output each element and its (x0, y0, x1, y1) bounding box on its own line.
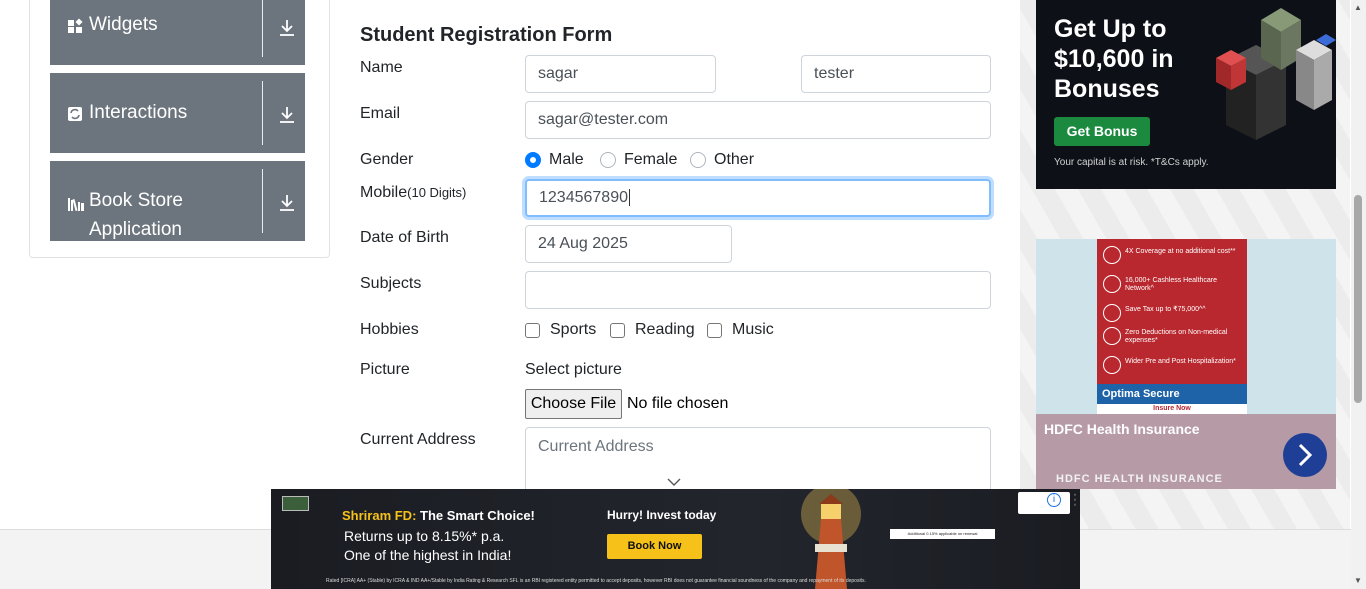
ad-note: Additional 0.15% applicable on renewal (890, 529, 995, 539)
dob-label: Date of Birth (360, 229, 449, 246)
scroll-down-icon[interactable]: ▼ (1354, 576, 1362, 585)
picture-label: Picture (360, 361, 410, 378)
hobbies-label: Hobbies (360, 321, 419, 338)
divider (262, 81, 263, 145)
hobby-checkbox-reading[interactable]: Reading (610, 321, 695, 339)
sidebar-group-label: Widgets (89, 14, 158, 35)
ad-feature: Zero Deductions on Non-medical expenses* (1103, 327, 1243, 345)
subjects-input[interactable] (525, 271, 991, 309)
interactions-icon (67, 106, 83, 122)
ad-footer: Rated [ICRA] AA+ (Stable) by ICRA & IND … (326, 578, 866, 584)
checkbox[interactable] (525, 322, 540, 338)
ad-product: Optima Secure (1097, 384, 1247, 404)
ad-bonus[interactable]: Get Up to $10,600 in Bonuses Get Bonus Y… (1036, 0, 1336, 189)
ad-feature: Save Tax up to ₹75,000^^ (1103, 304, 1243, 322)
radio-label: Female (624, 151, 678, 168)
no-file-text: No file chosen (627, 395, 729, 412)
ad-highest-line: One of the highest in India! (344, 547, 512, 563)
sidebar-group-book-store[interactable]: Book Store Application (50, 161, 305, 241)
gender-radio-other[interactable]: Other (690, 151, 754, 169)
gender-label: Gender (360, 151, 414, 168)
ad-hurry: Hurry! Invest today (607, 508, 717, 522)
more-options-icon[interactable]: ⋮ (1068, 491, 1080, 508)
lighthouse-graphic (801, 489, 861, 589)
stock-cubes-graphic (1216, 8, 1336, 140)
widgets-icon (67, 18, 83, 34)
ad-shriram-fd[interactable]: Shriram FD: The Smart Choice! Returns up… (271, 489, 1080, 589)
checkbox-label: Music (732, 321, 774, 338)
download-icon[interactable] (278, 105, 296, 125)
checkbox[interactable] (707, 322, 722, 338)
radio-button[interactable] (600, 152, 616, 168)
mobile-label-text: Mobile (360, 184, 408, 201)
mobile-input[interactable]: 1234567890 (525, 179, 991, 217)
ad-title: HDFC Health Insurance (1044, 421, 1200, 437)
sidebar-group-label-line2: Application (89, 219, 182, 240)
current-address-textarea[interactable]: Current Address (525, 427, 991, 497)
ad-feature: 4X Coverage at no additional cost** (1103, 246, 1243, 264)
gender-radio-female[interactable]: Female (600, 151, 677, 169)
email-label: Email (360, 105, 401, 122)
ad-hdfc-health[interactable]: 4X Coverage at no additional cost** 16,0… (1036, 239, 1336, 489)
shriram-logo (282, 496, 309, 511)
select-picture-label: Select picture (525, 361, 622, 378)
mobile-hint: (10 Digits) (407, 185, 467, 200)
divider (262, 0, 263, 57)
last-name-input[interactable]: tester (801, 55, 991, 93)
chevron-right-icon (1298, 443, 1313, 467)
gender-radio-male[interactable]: Male (525, 151, 584, 169)
choose-file-button[interactable]: Choose File (525, 389, 622, 419)
ad-poster: 4X Coverage at no additional cost** 16,0… (1097, 239, 1247, 414)
radio-button[interactable] (690, 152, 706, 168)
email-input[interactable]: sagar@tester.com (525, 101, 991, 139)
radio-label: Other (714, 151, 755, 168)
ad-disclaimer: Your capital is at risk. *T&Cs apply. (1054, 157, 1209, 168)
radio-label: Male (549, 151, 584, 168)
ad-returns: Returns up to 8.15%* p.a. One of the hig… (344, 527, 511, 565)
scroll-up-icon[interactable]: ▲ (1354, 3, 1362, 12)
subjects-label: Subjects (360, 275, 422, 292)
current-address-label: Current Address (360, 431, 476, 448)
first-name-input[interactable]: sagar (525, 55, 716, 93)
hobby-checkbox-sports[interactable]: Sports (525, 321, 596, 339)
sidebar-group-label: Book Store (89, 190, 183, 211)
ad-badge (1018, 492, 1070, 514)
ad-brand: HDFC HEALTH INSURANCE (1056, 473, 1223, 485)
form-title: Student Registration Form (360, 24, 613, 46)
page: Widgets Interactions Book Store Applicat… (0, 0, 1366, 589)
scrollbar-thumb[interactable] (1354, 195, 1362, 403)
sidebar-group-widgets[interactable]: Widgets (50, 0, 305, 65)
ad-returns-line: Returns up to 8.15%* p.a. (344, 528, 505, 544)
info-icon[interactable]: i (1047, 493, 1061, 507)
book-now-button[interactable]: Book Now (607, 534, 702, 559)
sidebar-group-label: Interactions (89, 102, 188, 123)
scrollbar[interactable]: ▲ ▼ (1351, 0, 1366, 589)
divider (262, 169, 263, 233)
download-icon[interactable] (278, 18, 296, 38)
ad-brand-line: Shriram FD: (342, 508, 417, 523)
insure-now: Insure Now (1097, 404, 1247, 414)
dob-input[interactable]: 24 Aug 2025 (525, 225, 732, 263)
mobile-label: Mobile(10 Digits) (360, 184, 466, 202)
mobile-value: 1234567890 (539, 189, 628, 206)
checkbox-label: Reading (635, 321, 695, 338)
checkbox[interactable] (610, 322, 625, 338)
text-cursor (628, 189, 630, 206)
radio-button[interactable] (525, 152, 541, 168)
name-label: Name (360, 59, 403, 76)
get-bonus-button[interactable]: Get Bonus (1054, 117, 1150, 146)
hobby-checkbox-music[interactable]: Music (707, 321, 774, 339)
ad-headline: Shriram FD: The Smart Choice! (342, 508, 535, 523)
book-store-icon (67, 196, 85, 212)
ad-brand-line2: The Smart Choice! (420, 508, 535, 523)
sidebar-group-interactions[interactable]: Interactions (50, 73, 305, 153)
download-icon[interactable] (278, 193, 296, 213)
ad-feature: Wider Pre and Post Hospitalization* (1103, 356, 1243, 374)
ad-next-button[interactable] (1283, 433, 1327, 477)
ad-headline: Get Up to $10,600 in Bonuses (1054, 15, 1174, 103)
ad-feature: 16,000+ Cashless Healthcare Network^ (1103, 275, 1243, 293)
checkbox-label: Sports (550, 321, 597, 338)
